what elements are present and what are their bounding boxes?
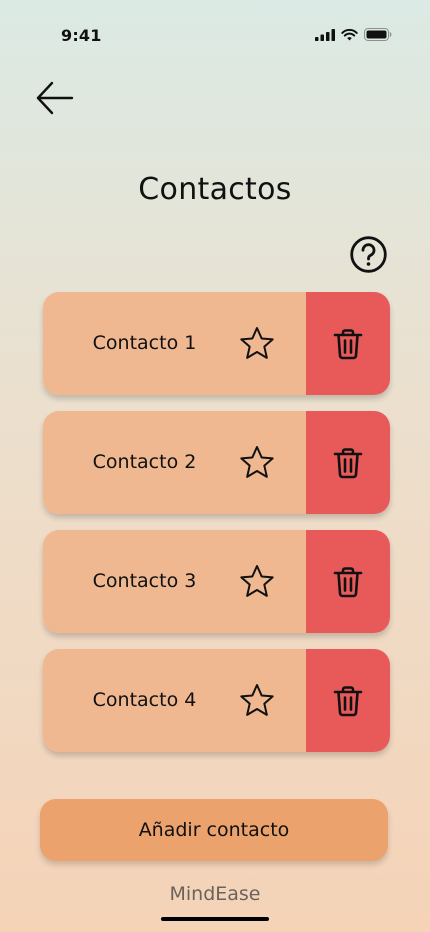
favorite-button[interactable] xyxy=(237,681,277,721)
star-icon xyxy=(240,327,274,359)
help-button[interactable] xyxy=(349,235,388,274)
home-indicator xyxy=(161,917,269,921)
contact-name: Contacto 4 xyxy=(92,689,197,711)
contact-list: Contacto 1 Contacto 2 Contacto 3 Contact… xyxy=(43,292,390,768)
battery-icon xyxy=(364,28,392,41)
delete-button[interactable] xyxy=(306,292,390,395)
contact-card: Contacto 3 xyxy=(43,530,390,633)
trash-icon xyxy=(333,685,363,716)
star-icon xyxy=(240,684,274,716)
contact-card: Contacto 2 xyxy=(43,411,390,514)
back-button[interactable] xyxy=(30,78,78,118)
wifi-icon xyxy=(341,28,358,40)
contact-name: Contacto 2 xyxy=(92,451,197,473)
trash-icon xyxy=(333,566,363,597)
delete-button[interactable] xyxy=(306,649,390,752)
brand-name: MindEase xyxy=(169,883,261,905)
arrow-left-icon xyxy=(36,81,74,115)
trash-icon xyxy=(333,328,363,359)
contact-name: Contacto 3 xyxy=(92,570,197,592)
status-icons xyxy=(315,28,392,41)
cellular-signal-icon xyxy=(315,28,335,41)
star-icon xyxy=(240,565,274,597)
contact-item[interactable]: Contacto 3 xyxy=(43,530,306,633)
contact-item[interactable]: Contacto 2 xyxy=(43,411,306,514)
contact-item[interactable]: Contacto 4 xyxy=(43,649,306,752)
status-time: 9:41 xyxy=(61,26,102,45)
status-bar: 9:41 xyxy=(0,0,430,74)
favorite-button[interactable] xyxy=(237,443,277,483)
star-icon xyxy=(240,446,274,478)
contact-card: Contacto 4 xyxy=(43,649,390,752)
contact-name: Contacto 1 xyxy=(92,332,197,354)
contact-item[interactable]: Contacto 1 xyxy=(43,292,306,395)
trash-icon xyxy=(333,447,363,478)
add-contact-button[interactable]: Añadir contacto xyxy=(40,799,388,861)
delete-button[interactable] xyxy=(306,411,390,514)
favorite-button[interactable] xyxy=(237,562,277,602)
page-title: Contactos xyxy=(138,172,292,207)
favorite-button[interactable] xyxy=(237,324,277,364)
delete-button[interactable] xyxy=(306,530,390,633)
question-circle-icon xyxy=(350,236,387,273)
contact-card: Contacto 1 xyxy=(43,292,390,395)
